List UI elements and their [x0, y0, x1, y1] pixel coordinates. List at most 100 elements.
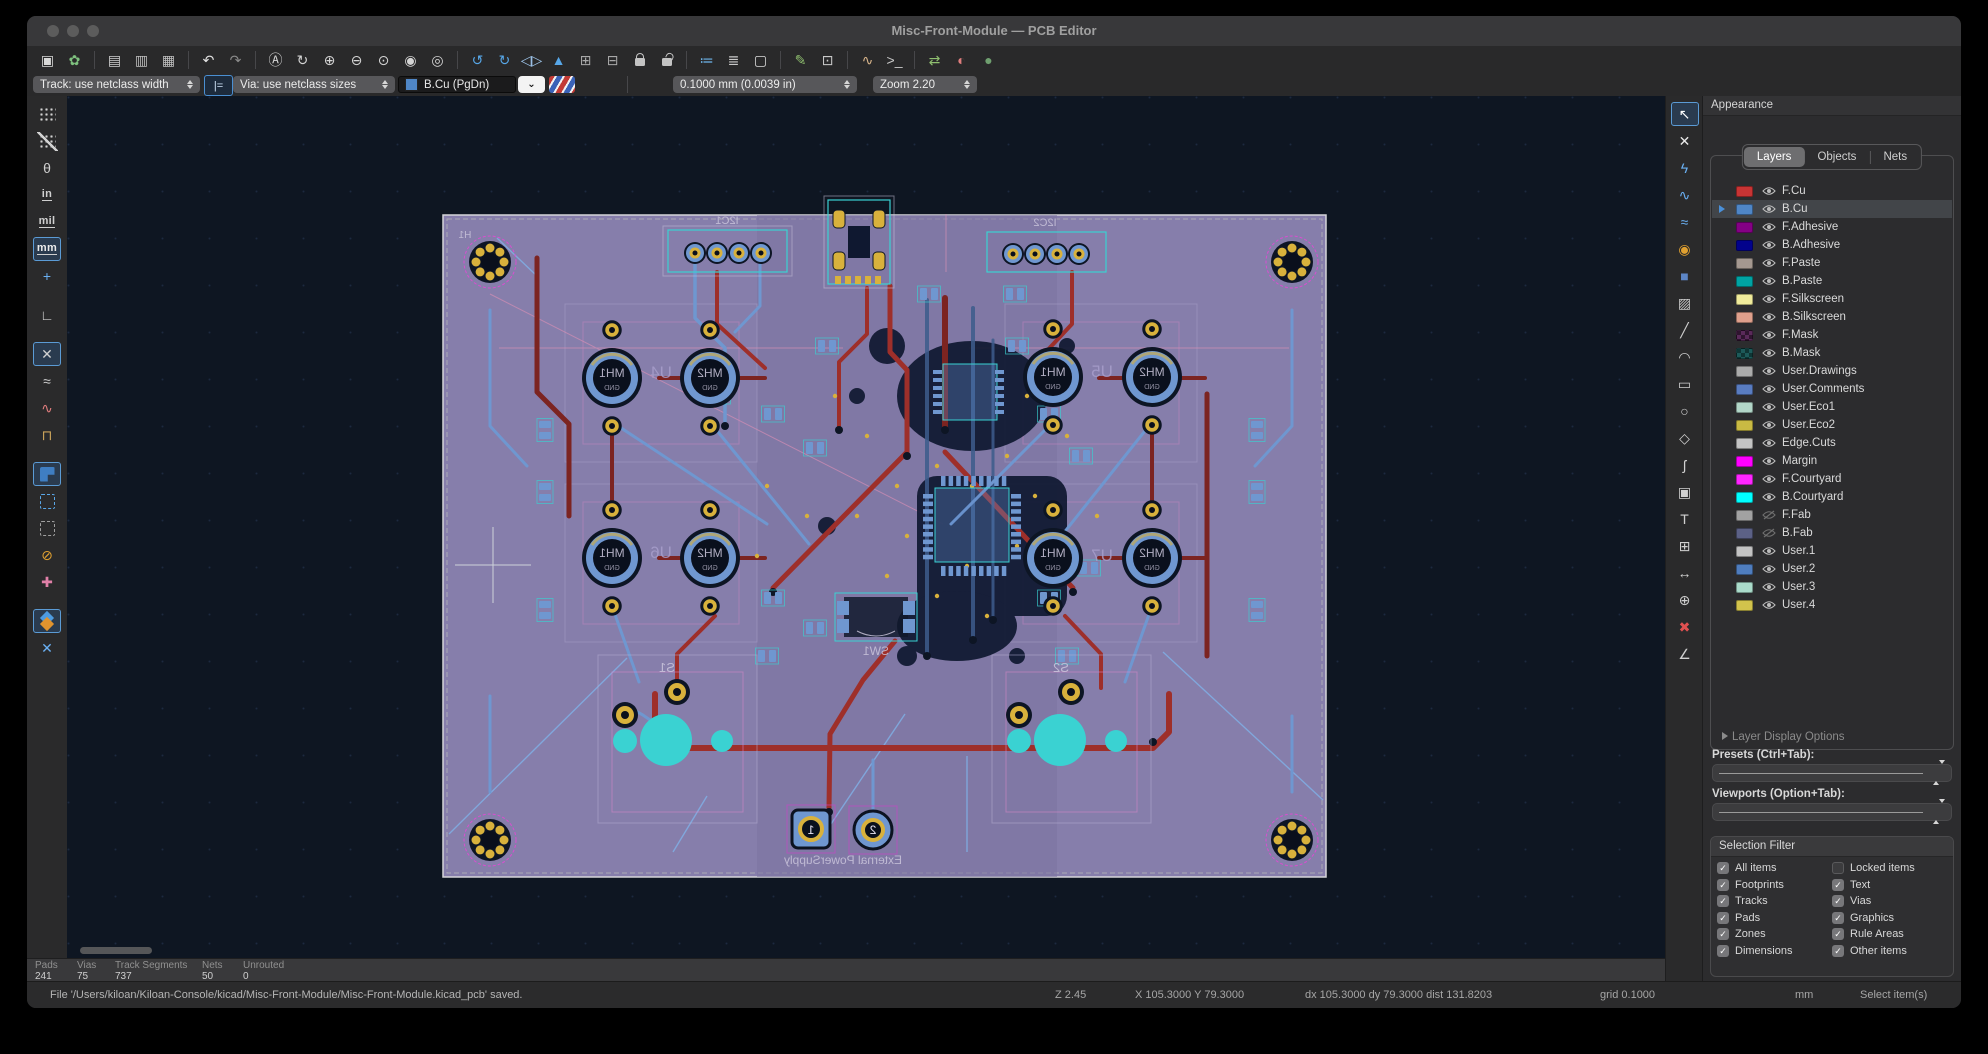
tab-nets[interactable]: Nets — [1870, 147, 1920, 167]
layer-row-user.4[interactable]: User.4 — [1712, 596, 1952, 614]
grid-overrides-button[interactable] — [33, 129, 61, 153]
zoom-selection-button[interactable]: ◎ — [425, 48, 450, 71]
layer-color-swatch[interactable] — [1736, 510, 1753, 521]
save-button[interactable]: ▣ — [35, 48, 60, 71]
eye-visible-icon[interactable] — [1760, 438, 1777, 448]
eye-visible-icon[interactable] — [1760, 186, 1777, 196]
checkbox-checked-icon[interactable]: ✓ — [1832, 912, 1844, 924]
layer-row-b.courtyard[interactable]: B.Courtyard — [1712, 488, 1952, 506]
filter-item-text[interactable]: ✓Text — [1832, 878, 1947, 892]
filter-item-vias[interactable]: ✓Vias — [1832, 894, 1947, 908]
units-inches-button[interactable]: in — [33, 183, 61, 207]
draw-rectangle-button[interactable]: ▭ — [1671, 372, 1699, 396]
checkbox-checked-icon[interactable]: ✓ — [1717, 945, 1729, 957]
viewports-dropdown[interactable] — [1712, 803, 1952, 821]
eye-visible-icon[interactable] — [1760, 582, 1777, 592]
eye-visible-icon[interactable] — [1760, 366, 1777, 376]
drc-button[interactable]: ◐ — [949, 48, 974, 71]
grid-visibility-button[interactable] — [33, 102, 61, 126]
redo-button[interactable]: ↷ — [223, 48, 248, 71]
layer-color-swatch[interactable] — [1736, 312, 1753, 323]
checkbox-checked-icon[interactable]: ✓ — [1717, 862, 1729, 874]
rotate-cw-button[interactable]: ↻ — [492, 48, 517, 71]
eye-visible-icon[interactable] — [1760, 240, 1777, 250]
layer-row-edge.cuts[interactable]: Edge.Cuts — [1712, 434, 1952, 452]
zoom-in-button[interactable]: ⊕ — [317, 48, 342, 71]
eye-visible-icon[interactable] — [1760, 330, 1777, 340]
zone-display-outline-button[interactable] — [33, 489, 61, 513]
3d-viewer-button[interactable]: ● — [976, 48, 1001, 71]
via-size-dropdown[interactable]: Via: use netclass sizes — [233, 76, 395, 93]
add-dimension-button[interactable]: ↔ — [1671, 561, 1699, 585]
layer-row-f.adhesive[interactable]: F.Adhesive — [1712, 218, 1952, 236]
zoom-out-button[interactable]: ⊖ — [344, 48, 369, 71]
filter-item-rule-areas[interactable]: ✓Rule Areas — [1832, 927, 1947, 941]
filter-item-dimensions[interactable]: ✓Dimensions — [1717, 944, 1832, 958]
find-button[interactable]: Ⓐ — [263, 48, 288, 71]
layer-row-b.paste[interactable]: B.Paste — [1712, 272, 1952, 290]
pcb-canvas[interactable]: H1 — [67, 96, 1665, 958]
eye-visible-icon[interactable] — [1760, 294, 1777, 304]
layer-row-user.1[interactable]: User.1 — [1712, 542, 1952, 560]
layers-manager-button[interactable] — [33, 609, 61, 633]
eye-visible-icon[interactable] — [1760, 474, 1777, 484]
layer-color-swatch[interactable] — [1736, 564, 1753, 575]
filter-item-other-items[interactable]: ✓Other items — [1832, 944, 1947, 958]
crosshair-cursor-button[interactable]: + — [33, 264, 61, 288]
sketch-footprints-button[interactable] — [33, 516, 61, 540]
layer-color-swatch[interactable] — [1736, 204, 1753, 215]
checkbox-checked-icon[interactable]: ✓ — [1717, 928, 1729, 940]
layer-row-f.courtyard[interactable]: F.Courtyard — [1712, 470, 1952, 488]
layer-color-swatch[interactable] — [1736, 276, 1753, 287]
layer-row-b.adhesive[interactable]: B.Adhesive — [1712, 236, 1952, 254]
tab-objects[interactable]: Objects — [1804, 147, 1869, 167]
layer-color-swatch[interactable] — [1736, 474, 1753, 485]
measure-tool-button[interactable]: ∠ — [1671, 642, 1699, 666]
layer-color-swatch[interactable] — [1736, 402, 1753, 413]
layer-row-b.cu[interactable]: B.Cu — [1712, 200, 1952, 218]
checkbox-checked-icon[interactable]: ✓ — [1717, 879, 1729, 891]
plot-button[interactable]: ▦ — [156, 48, 181, 71]
board[interactable]: H1 — [443, 196, 1326, 877]
drawing-sheet-button[interactable]: ▢ — [748, 48, 773, 71]
delete-tool-button[interactable]: ✖ — [1671, 615, 1699, 639]
layer-row-f.silkscreen[interactable]: F.Silkscreen — [1712, 290, 1952, 308]
eye-visible-icon[interactable] — [1760, 456, 1777, 466]
zoom-objects-button[interactable]: ◉ — [398, 48, 423, 71]
active-layer-selector[interactable]: B.Cu (PgDn) — [398, 76, 516, 93]
layer-row-user.drawings[interactable]: User.Drawings — [1712, 362, 1952, 380]
layer-color-swatch[interactable] — [1736, 600, 1753, 611]
rotate-ccw-button[interactable]: ↺ — [465, 48, 490, 71]
curved-ratsnest-button[interactable]: ≈ — [33, 369, 61, 393]
layer-row-user.3[interactable]: User.3 — [1712, 578, 1952, 596]
net-inspector-button[interactable]: ≣ — [721, 48, 746, 71]
layer-color-swatch[interactable] — [1736, 222, 1753, 233]
layer-color-swatch[interactable] — [1736, 348, 1753, 359]
grid-origin-button[interactable]: ⊕ — [1671, 588, 1699, 612]
layer-color-swatch[interactable] — [1736, 438, 1753, 449]
show-ratsnest-button[interactable]: ✕ — [33, 342, 61, 366]
layer-row-user.comments[interactable]: User.Comments — [1712, 380, 1952, 398]
layer-color-swatch[interactable] — [1736, 240, 1753, 251]
layer-row-b.fab[interactable]: B.Fab — [1712, 524, 1952, 542]
checkbox-checked-icon[interactable]: ✓ — [1717, 912, 1729, 924]
via-display-mode-button[interactable]: ⊘ — [33, 543, 61, 567]
checkbox-checked-icon[interactable]: ✓ — [1832, 928, 1844, 940]
add-rule-area-button[interactable]: ▨ — [1671, 291, 1699, 315]
eye-visible-icon[interactable] — [1760, 312, 1777, 322]
units-mm-button[interactable]: mm — [33, 237, 61, 261]
layer-display-options[interactable]: Layer Display Options — [1712, 726, 1952, 749]
undo-button[interactable]: ↶ — [196, 48, 221, 71]
eye-visible-icon[interactable] — [1760, 276, 1777, 286]
layer-row-user.eco1[interactable]: User.Eco1 — [1712, 398, 1952, 416]
eye-visible-icon[interactable] — [1760, 204, 1777, 214]
filter-item-pads[interactable]: ✓Pads — [1717, 911, 1832, 925]
eye-visible-icon[interactable] — [1760, 348, 1777, 358]
checkbox-checked-icon[interactable]: ✓ — [1717, 895, 1729, 907]
unlock-button[interactable] — [654, 48, 679, 71]
add-table-button[interactable]: ⊞ — [1671, 534, 1699, 558]
layer-color-swatch[interactable] — [1736, 456, 1753, 467]
eye-visible-icon[interactable] — [1760, 546, 1777, 556]
checkbox-unchecked-icon[interactable] — [1832, 862, 1844, 874]
mirror-button[interactable]: ◁▷ — [519, 48, 544, 71]
